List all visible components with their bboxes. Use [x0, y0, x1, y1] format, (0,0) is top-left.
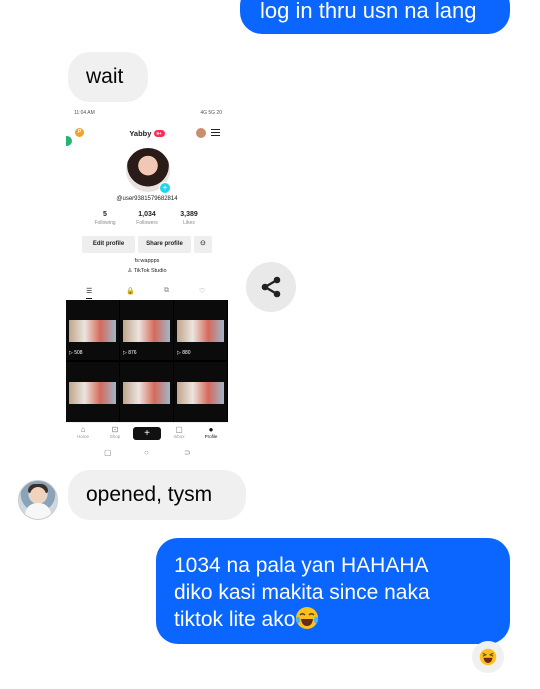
menu-icon — [211, 129, 220, 138]
grid-tab-icon: ☰ — [86, 287, 93, 299]
shop-icon: ⊡ — [111, 425, 119, 434]
video-thumb — [120, 362, 173, 422]
share-profile-button: Share profile — [138, 236, 191, 253]
video-grid: ▷ 508 ▷ 876 ▷ 880 — [66, 300, 228, 422]
inbox-icon: ▢ — [175, 425, 183, 434]
back-icon: ⊃ — [184, 448, 191, 457]
bio: fs:wappps — [134, 258, 160, 264]
add-friend-icon: ⚇ — [194, 236, 212, 253]
stat-followers: 1,034 Followers — [136, 211, 158, 226]
liked-tab-icon: ♡ — [199, 288, 206, 295]
tiktok-studio-link: ♙ TikTok Studio — [127, 268, 167, 274]
incoming-message-wait[interactable]: wait — [68, 52, 148, 102]
status-time: 11:04 AM — [74, 110, 95, 116]
message-line: diko kasi makita since naka — [174, 581, 430, 604]
home-button-icon: ○ — [144, 448, 149, 457]
incoming-message-opened[interactable]: opened, tysm — [68, 470, 246, 520]
outgoing-message-top[interactable]: log in thru usn na lang — [240, 0, 510, 34]
avatar[interactable] — [18, 480, 58, 520]
username: @user9381579682814 — [116, 196, 178, 202]
message-text: wait — [86, 65, 124, 88]
nav-inbox: ▢ Inbox — [164, 425, 194, 439]
reaction-badge[interactable] — [472, 641, 504, 673]
message-line-last: tiktok lite ako — [174, 606, 490, 633]
repost-tab-icon: ⧉ — [164, 287, 169, 294]
nav-home: ⌂ Home — [68, 425, 98, 439]
stat-likes: 3,389 Likes — [180, 211, 198, 226]
create-icon: + — [133, 427, 161, 440]
nav-shop: ⊡ Shop — [100, 425, 130, 439]
video-thumb: ▷ 876 — [120, 300, 173, 360]
tears-of-joy-icon — [296, 607, 319, 629]
outgoing-message-long[interactable]: 1034 na pala yan HAHAHA diko kasi makita… — [156, 538, 510, 644]
edit-profile-button: Edit profile — [82, 236, 135, 253]
share-icon — [261, 276, 281, 298]
shared-screenshot-image[interactable]: 11:04 AM 4G 5G 20 P Yabby 9+ + @user9381… — [66, 106, 228, 466]
video-thumb: ▷ 880 — [174, 300, 227, 360]
add-photo-icon: + — [159, 182, 171, 194]
message-text: log in thru usn na lang — [260, 0, 477, 23]
name-tag: 9+ — [153, 130, 165, 137]
profile-icon: ● — [208, 425, 214, 434]
video-thumb: ▷ 508 — [66, 300, 119, 360]
video-thumb — [174, 362, 227, 422]
stat-following: 5 Following — [94, 211, 116, 226]
video-thumb — [66, 362, 119, 422]
recent-apps-icon: ▢ — [104, 448, 112, 457]
system-nav-bar: ▢ ○ ⊃ — [66, 448, 228, 462]
home-icon: ⌂ — [80, 425, 86, 434]
status-icons: 4G 5G 20 — [200, 110, 222, 116]
bottom-nav: ⌂ Home ⊡ Shop + ▢ Inbox ● Profile — [66, 422, 228, 445]
profile-name-text: Yabby — [129, 129, 152, 138]
lock-tab-icon: 🔒 — [126, 288, 135, 295]
profile-tabs: ☰ 🔒 ⧉ ♡ — [66, 284, 228, 301]
grinning-squinting-face-icon — [479, 648, 497, 666]
share-button[interactable] — [246, 262, 296, 312]
message-line: 1034 na pala yan HAHAHA — [174, 554, 429, 577]
nav-profile: ● Profile — [196, 425, 226, 439]
friend-avatar-icon — [196, 128, 206, 138]
message-text: opened, tysm — [86, 483, 213, 506]
